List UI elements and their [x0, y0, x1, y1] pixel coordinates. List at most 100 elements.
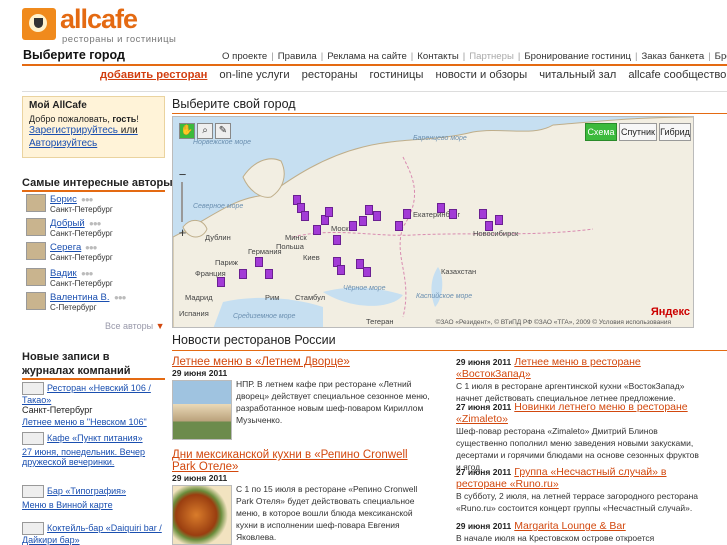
city-marker-icon[interactable]	[239, 269, 247, 279]
city-marker-icon[interactable]	[449, 209, 457, 219]
city-marker-icon[interactable]	[437, 203, 445, 213]
journal-post-link[interactable]: 27 июня, понедельник. Вечер дружеской ве…	[22, 447, 164, 467]
nav-item[interactable]: рестораны	[302, 69, 358, 81]
zoom-tool-icon[interactable]: ⌕	[197, 123, 213, 139]
top-link[interactable]: Правила	[276, 51, 319, 62]
all-authors-link[interactable]: Все авторы ▼	[105, 321, 165, 331]
author-item[interactable]: Серега ●●● Санкт-Петербург	[26, 242, 166, 264]
news-headline-link[interactable]: Margarita Lounge & Bar	[514, 520, 625, 532]
author-name[interactable]: Борис	[50, 194, 77, 205]
city-label[interactable]: Тегеран	[366, 317, 394, 326]
choose-city-link[interactable]: Выберите город	[23, 48, 125, 62]
yandex-logo: Яндекс	[650, 306, 690, 318]
nav-item[interactable]: on-line услуги	[219, 69, 289, 81]
city-marker-icon[interactable]	[313, 225, 321, 235]
city-label[interactable]: Польша	[276, 242, 304, 251]
nav-item[interactable]: читальный зал	[539, 69, 616, 81]
city-marker-icon[interactable]	[265, 269, 273, 279]
allcafe-logo[interactable]: allcafe рестораны и гостиницы	[22, 4, 182, 45]
company-logo[interactable]	[22, 522, 44, 535]
author-name[interactable]: Серега	[50, 242, 81, 253]
author-item[interactable]: Борис ●●● Санкт-Петербург	[26, 194, 166, 216]
author-name[interactable]: Валентина В.	[50, 292, 110, 303]
news-headline-link[interactable]: Летнее меню в «Летнем Дворце»	[172, 356, 430, 368]
news-photo[interactable]	[172, 485, 232, 545]
city-label[interactable]: Париж	[215, 258, 238, 267]
news-header: 27 июня 2011 Новинки летнего меню в рест…	[456, 401, 706, 425]
top-link[interactable]: Партнеры	[467, 51, 516, 62]
news-photo[interactable]	[172, 380, 232, 440]
author-name[interactable]: Добрый	[50, 218, 85, 229]
news-headline-link[interactable]: Дни мексиканской кухни в «Репино Cronwel…	[172, 449, 430, 473]
avatar[interactable]	[26, 194, 46, 212]
author-item[interactable]: Валентина В. ●●● С-Петербург	[26, 292, 166, 314]
avatar[interactable]	[26, 218, 46, 236]
journal-company-link[interactable]: Бар «Типография»	[47, 486, 126, 496]
city-label[interactable]: Минск	[285, 233, 307, 242]
header-divider	[22, 64, 727, 66]
company-logo[interactable]	[22, 382, 44, 395]
city-label[interactable]: Мадрид	[185, 293, 213, 302]
author-city: Санкт-Петербург	[50, 279, 113, 288]
ruler-tool-icon[interactable]: ✎	[215, 123, 231, 139]
news-date: 27 июня 2011	[456, 402, 512, 412]
login-link[interactable]: Авторизуйтесь	[23, 137, 164, 150]
author-item[interactable]: Вадик ●●● Санкт-Петербург	[26, 268, 166, 290]
city-label[interactable]: Киев	[303, 253, 320, 262]
city-map[interactable]: ✋ ⌕ ✎ − + Схема Спутник Гибрид Москва Кие…	[172, 116, 694, 328]
avatar[interactable]	[26, 242, 46, 260]
top-link[interactable]: Бронирование столика	[713, 51, 727, 62]
journal-post-link[interactable]: Меню в Винной карте	[22, 500, 164, 510]
journal-company-link[interactable]: Кафе «Пункт питания»	[47, 433, 143, 443]
city-marker-icon[interactable]	[495, 215, 503, 225]
map-hybrid-button[interactable]: Гибрид	[659, 123, 691, 141]
city-marker-icon[interactable]	[403, 209, 411, 219]
author-item[interactable]: Добрый ●●● Санкт-Петербург	[26, 218, 166, 240]
city-marker-icon[interactable]	[359, 216, 367, 226]
city-marker-icon[interactable]	[337, 265, 345, 275]
nav-item[interactable]: allcafe сообщество	[628, 69, 726, 81]
nav-add-restaurant[interactable]: добавить ресторан	[100, 69, 207, 81]
city-label[interactable]: Новосибирск	[473, 229, 518, 238]
city-marker-icon[interactable]	[395, 221, 403, 231]
avatar[interactable]	[26, 292, 46, 310]
top-link[interactable]: Контакты	[415, 51, 460, 62]
city-marker-icon[interactable]	[333, 235, 341, 245]
zoom-slider[interactable]	[181, 182, 183, 222]
author-name[interactable]: Вадик	[50, 268, 77, 279]
map-satellite-button[interactable]: Спутник	[619, 123, 657, 141]
author-city: С-Петербург	[50, 303, 97, 312]
nav-item[interactable]: гостиницы	[370, 69, 424, 81]
city-marker-icon[interactable]	[373, 211, 381, 221]
top-link[interactable]: Бронирование гостиниц	[522, 51, 633, 62]
city-marker-icon[interactable]	[325, 207, 333, 217]
rating-icon: ●●●	[81, 269, 93, 278]
city-marker-icon[interactable]	[479, 209, 487, 219]
city-marker-icon[interactable]	[301, 211, 309, 221]
zoom-out-icon[interactable]: −	[176, 167, 189, 182]
company-logo[interactable]	[22, 432, 44, 445]
city-marker-icon[interactable]	[255, 257, 263, 267]
top-link[interactable]: О проекте	[220, 51, 269, 62]
zoom-in-icon[interactable]: +	[176, 225, 189, 240]
city-marker-icon[interactable]	[485, 221, 493, 231]
map-scheme-button[interactable]: Схема	[585, 123, 617, 141]
register-link[interactable]: Зарегистрируйтесь или	[23, 124, 164, 137]
city-label[interactable]: Дублин	[205, 233, 231, 242]
avatar[interactable]	[26, 268, 46, 286]
company-logo[interactable]	[22, 485, 44, 498]
journal-post-link[interactable]: Летнее меню в "Невском 106"	[22, 417, 164, 427]
city-label[interactable]: Казахстан	[441, 267, 476, 276]
city-marker-icon[interactable]	[363, 267, 371, 277]
logo-icon	[22, 8, 56, 40]
top-link[interactable]: Реклама на сайте	[325, 51, 409, 62]
city-label[interactable]: Испания	[179, 309, 209, 318]
city-marker-icon[interactable]	[349, 221, 357, 231]
nav-item[interactable]: новости и обзоры	[435, 69, 527, 81]
city-label[interactable]: Стамбул	[295, 293, 325, 302]
hand-tool-icon[interactable]: ✋	[179, 123, 195, 139]
city-marker-icon[interactable]	[365, 205, 373, 215]
city-marker-icon[interactable]	[217, 277, 225, 287]
city-label[interactable]: Рим	[265, 293, 279, 302]
top-link[interactable]: Заказ банкета	[639, 51, 706, 62]
